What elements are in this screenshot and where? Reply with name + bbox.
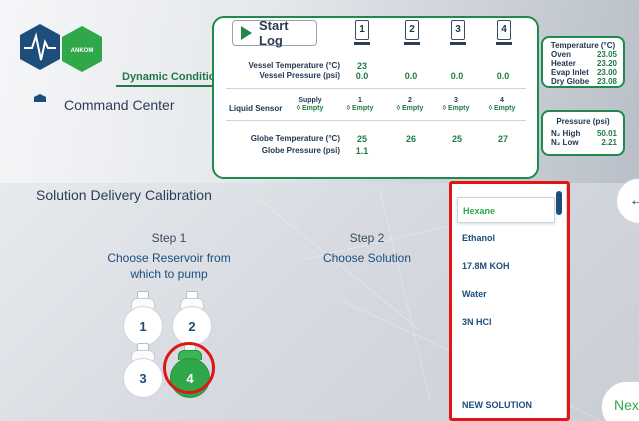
sensor-state: ◊ Empty xyxy=(396,105,424,112)
globe-temperature-label: Globe Temperature (°C) xyxy=(250,134,340,143)
page-title: Solution Delivery Calibration xyxy=(36,187,212,203)
pressure-box: Pressure (psi) N₂ High 50.01 N₂ Low 2.21 xyxy=(541,110,625,156)
globe-temperature-2: 26 xyxy=(405,134,416,144)
vessel-header-1: 1 xyxy=(347,20,377,60)
vessel-pressure-1: 0.0 xyxy=(355,71,369,81)
start-log-button[interactable]: Start Log xyxy=(232,18,317,48)
vessel-bar xyxy=(496,42,512,45)
vessel-header-3: 3 xyxy=(443,20,473,60)
pressure-box-title: Pressure (psi) xyxy=(556,117,610,126)
sensor-vessel-2: 2 ◊ Empty xyxy=(390,97,430,113)
step2-title: Step 2 xyxy=(349,231,385,245)
start-log-label: Start Log xyxy=(259,18,289,48)
vessel-temperature-label: Vessel Temperature (°C) xyxy=(248,61,340,70)
vessel-number: 2 xyxy=(405,20,419,40)
sensor-state: ◊ Empty xyxy=(296,105,324,112)
selected-reservoir-highlight xyxy=(163,342,215,394)
vessel-bar xyxy=(354,42,370,45)
row-label: N₂ Low xyxy=(551,138,579,147)
reservoir-3-button[interactable]: 3 xyxy=(123,343,163,399)
logo-text: ANKOM xyxy=(71,48,94,54)
globe-temperature-1: 25 xyxy=(356,134,367,144)
sensor-vessel-1: 1 ◊ Empty xyxy=(340,97,380,113)
vessel-pressure-4: 0.0 xyxy=(496,71,510,81)
globe-pressure-value: 1.1 xyxy=(355,146,369,156)
sensor-state-text: Empty xyxy=(494,105,516,112)
step1-description-line: Choose Reservoir from xyxy=(107,251,231,265)
row-value: 2.21 xyxy=(601,138,617,147)
vessel-bar xyxy=(404,42,420,45)
row-value: 23.20 xyxy=(596,59,617,68)
sensor-state-text: Empty xyxy=(448,105,470,112)
sensor-vessel-3: 3 ◊ Empty xyxy=(436,97,476,113)
row-value: 23.00 xyxy=(596,68,617,77)
step1-description-line: which to pump xyxy=(130,267,208,281)
step2-description: Choose Solution xyxy=(322,251,412,265)
row-label: Evap Inlet xyxy=(551,68,589,77)
sensor-vessel-4: 4 ◊ Empty xyxy=(482,97,522,113)
vessel-number: 4 xyxy=(497,20,511,40)
globe-pressure-label: Globe Pressure (psi) xyxy=(261,146,340,155)
vessel-number: 1 xyxy=(355,20,369,40)
reservoir-2-button[interactable]: 2 xyxy=(172,291,212,347)
sensor-supply: Supply ◊ Empty xyxy=(290,97,330,113)
sensor-name: 3 xyxy=(454,97,458,104)
row-value: 23.05 xyxy=(596,50,617,59)
app-window: ANKOM Dynamic Conditions Command Center … xyxy=(0,0,639,421)
solution-list-highlight xyxy=(449,181,570,421)
temperature-box-title: Temperature (°C) xyxy=(550,41,616,50)
sensor-state: ◊ Empty xyxy=(346,105,374,112)
vessel-bar xyxy=(450,42,466,45)
reservoir-1-button[interactable]: 1 xyxy=(123,291,163,347)
sensor-state: ◊ Empty xyxy=(488,105,516,112)
vessel-temperature-1: 23 xyxy=(356,61,367,71)
divider xyxy=(226,120,526,121)
play-icon xyxy=(241,26,252,40)
globe-temperature-3: 25 xyxy=(451,134,462,144)
row-label: Dry Globe xyxy=(551,77,590,86)
back-arrow-icon: ← xyxy=(629,192,639,209)
row-value: 23.08 xyxy=(596,77,617,86)
vessel-pressure-label: Vessel Pressure (psi) xyxy=(259,71,341,80)
sensor-name: 4 xyxy=(500,97,504,104)
next-button[interactable]: Next xyxy=(601,381,639,421)
divider xyxy=(226,88,526,89)
next-label: Next xyxy=(614,397,639,413)
vessel-header-2: 2 xyxy=(397,20,427,60)
back-button[interactable]: ← xyxy=(616,178,639,224)
temperature-box: Temperature (°C) Oven 23.05 Heater 23.20 E… xyxy=(541,36,625,88)
sensor-name: 1 xyxy=(358,97,362,104)
sensor-state-text: Empty xyxy=(402,105,424,112)
pressure-row: N₂ Low 2.21 xyxy=(543,138,623,147)
reservoir-number: 3 xyxy=(123,358,163,398)
vessel-number: 3 xyxy=(451,20,465,40)
sensor-name: 2 xyxy=(408,97,412,104)
app-title: Command Center xyxy=(64,97,175,113)
temperature-row: Oven 23.05 xyxy=(543,50,623,59)
row-value: 50.01 xyxy=(596,129,617,138)
liquid-sensor-label: Liquid Sensor xyxy=(229,104,283,113)
globe-temperature-4: 27 xyxy=(497,134,508,144)
step1-title: Step 1 xyxy=(151,231,187,245)
ankom-logo: ANKOM xyxy=(20,24,102,102)
sensor-state-text: Empty xyxy=(352,105,374,112)
vessel-pressure-3: 0.0 xyxy=(450,71,464,81)
temperature-row: Heater 23.20 xyxy=(543,59,623,68)
row-label: Oven xyxy=(551,50,572,59)
row-label: Heater xyxy=(551,59,576,68)
row-label: N₂ High xyxy=(551,129,581,138)
step1-description: Choose Reservoir from which to pump xyxy=(84,250,254,282)
reservoir-number: 2 xyxy=(172,306,212,346)
reservoir-number: 1 xyxy=(123,306,163,346)
temperature-row: Dry Globe 23.08 xyxy=(543,77,623,86)
vessel-header-4: 4 xyxy=(489,20,519,60)
sensor-name: Supply xyxy=(298,97,322,104)
vessel-pressure-2: 0.0 xyxy=(404,71,418,81)
sensor-state: ◊ Empty xyxy=(442,105,470,112)
pressure-row: N₂ High 50.01 xyxy=(543,129,623,138)
temperature-row: Evap Inlet 23.00 xyxy=(543,68,623,77)
sensor-state-text: Empty xyxy=(302,105,324,112)
